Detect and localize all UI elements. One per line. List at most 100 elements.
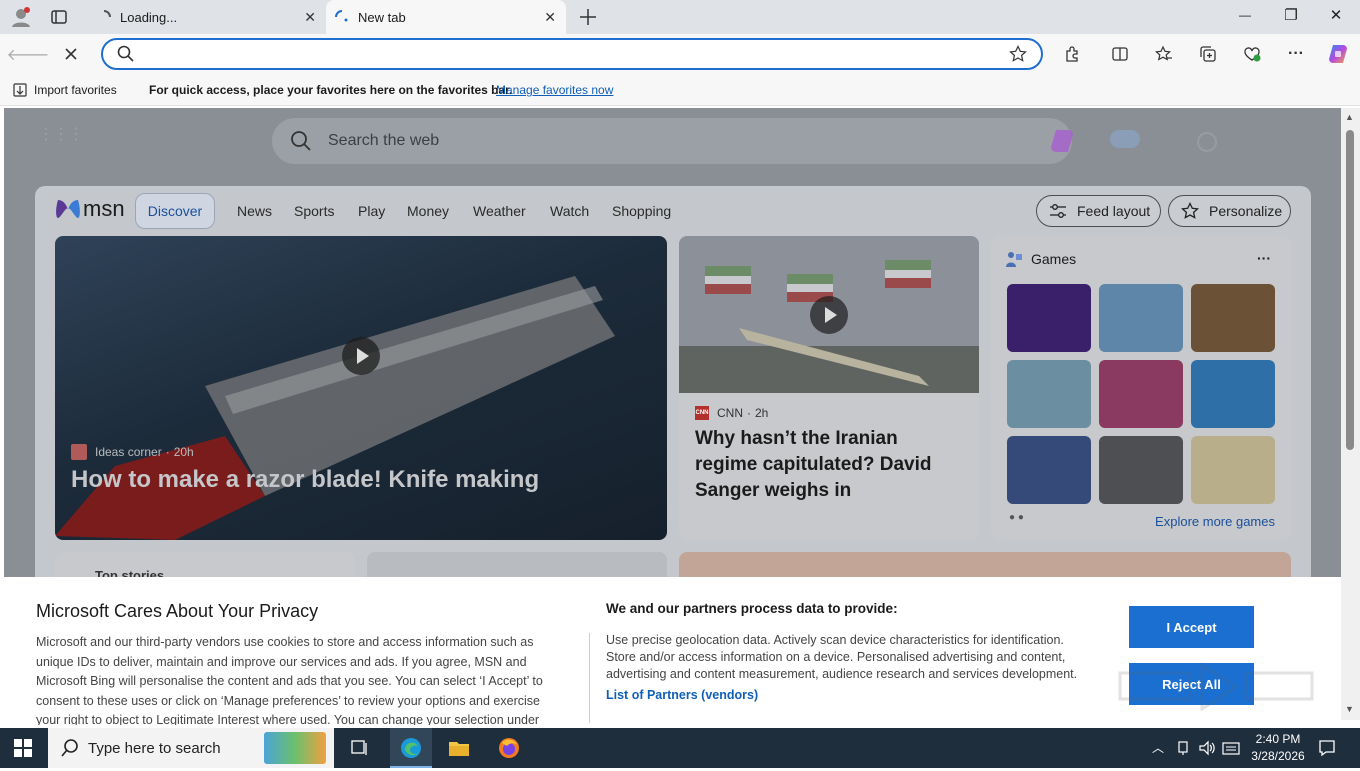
clock[interactable]: 2:40 PM 3/28/2026 — [1248, 731, 1308, 765]
settings-icon[interactable] — [1197, 132, 1217, 152]
divider — [589, 633, 590, 723]
process-title: We and our partners process data to prov… — [606, 601, 898, 616]
minimize-button[interactable]: — — [1233, 8, 1257, 30]
import-favorites-button[interactable]: Import favorites — [34, 83, 117, 97]
copilot-icon[interactable] — [1048, 127, 1076, 155]
game-tile[interactable] — [1099, 284, 1183, 352]
import-favorites-icon — [13, 83, 27, 97]
nav-shopping[interactable]: Shopping — [612, 203, 671, 219]
sliders-icon — [1050, 204, 1066, 218]
browser-essentials-icon[interactable] — [1240, 42, 1264, 66]
story-title[interactable]: How to make a razor blade! Knife making — [71, 466, 651, 494]
clock-time: 2:40 PM — [1255, 732, 1301, 746]
hero-story-card[interactable]: Ideas corner · 20h How to make a razor b… — [55, 236, 667, 540]
msn-butterfly-icon — [56, 200, 80, 218]
page-scrollbar[interactable]: ▲ ▼ — [1341, 108, 1360, 720]
loading-spinner-icon — [103, 10, 111, 18]
taskbar-search-box[interactable]: Type here to search — [48, 728, 334, 768]
search-highlight-image — [264, 732, 326, 764]
game-tile[interactable] — [1007, 436, 1091, 504]
nav-weather[interactable]: Weather — [473, 203, 526, 219]
task-view-icon[interactable] — [350, 739, 370, 760]
source-logo — [71, 444, 87, 460]
privacy-title: Microsoft Cares About Your Privacy — [36, 601, 319, 621]
stop-loading-icon[interactable] — [59, 42, 83, 66]
profile-icon[interactable] — [10, 6, 32, 28]
cnn-logo: CNN — [695, 406, 709, 420]
tab-close-icon[interactable]: ✕ — [304, 9, 316, 26]
nav-watch[interactable]: Watch — [550, 203, 589, 219]
weather-icon[interactable] — [1110, 130, 1140, 148]
edge-taskbar-icon[interactable] — [390, 728, 432, 768]
scroll-up-icon[interactable]: ▲ — [1345, 112, 1354, 122]
start-icon[interactable] — [14, 739, 32, 760]
play-icon[interactable] — [342, 337, 380, 375]
new-tab-icon[interactable] — [578, 7, 598, 27]
apps-grid-icon[interactable]: ⋮⋮⋮ — [38, 127, 84, 150]
copilot-icon[interactable] — [1326, 42, 1350, 66]
close-window-button[interactable]: ✕ — [1324, 6, 1348, 28]
play-icon[interactable] — [810, 296, 848, 334]
notifications-icon[interactable] — [1318, 739, 1336, 760]
game-tile[interactable] — [1007, 360, 1091, 428]
partners-link[interactable]: List of Partners (vendors) — [606, 688, 758, 702]
game-tile[interactable] — [1007, 284, 1091, 352]
process-description: Use precise geolocation data. Actively s… — [606, 633, 1078, 681]
nav-news[interactable]: News — [237, 203, 272, 219]
address-bar[interactable] — [101, 38, 1043, 70]
toolbar: 🡐 ··· — [0, 34, 1360, 74]
story-title[interactable]: Why hasn’t the Iranian regime capitulate… — [695, 426, 965, 504]
favorites-hint: For quick access, place your favorites h… — [149, 83, 513, 97]
feed-layout-button[interactable]: Feed layout — [1036, 195, 1161, 227]
games-more-button[interactable]: ··· — [1257, 250, 1271, 266]
show-hidden-icons[interactable]: ︿ — [1152, 739, 1164, 756]
address-input[interactable] — [143, 44, 1003, 64]
collections-icon[interactable] — [1196, 42, 1220, 66]
games-title: Games — [1031, 251, 1077, 267]
accept-button[interactable]: I Accept — [1129, 606, 1254, 648]
favorites-icon[interactable] — [1152, 42, 1176, 66]
game-tile[interactable] — [1191, 360, 1275, 428]
game-tile[interactable] — [1099, 436, 1183, 504]
scrollbar-thumb[interactable] — [1346, 130, 1354, 450]
game-tile[interactable] — [1191, 284, 1275, 352]
search-icon — [291, 131, 311, 151]
game-tile[interactable] — [1099, 360, 1183, 428]
privacy-banner: Microsoft Cares About Your Privacy Micro… — [4, 577, 1341, 725]
nav-play[interactable]: Play — [358, 203, 385, 219]
tab-title: New tab — [358, 9, 406, 25]
games-card: Games ··· ● ● Explore more games — [991, 236, 1291, 540]
volume-icon[interactable] — [1198, 740, 1216, 759]
maximize-button[interactable]: ❐ — [1279, 6, 1303, 28]
firefox-icon[interactable] — [498, 737, 520, 762]
personalize-icon — [1181, 202, 1199, 219]
favorites-bar: Import favorites For quick access, place… — [0, 74, 1360, 106]
extensions-icon[interactable] — [1060, 42, 1084, 66]
story-source: Ideas corner — [95, 445, 162, 459]
explore-more-games-link[interactable]: Explore more games — [1155, 514, 1275, 529]
nav-discover[interactable]: Discover — [135, 193, 215, 229]
back-icon[interactable]: 🡐 — [7, 42, 50, 66]
web-search-box[interactable]: Search the web — [272, 118, 1073, 164]
tab-loading[interactable]: Loading... ✕ — [88, 0, 326, 34]
game-tile[interactable] — [1191, 436, 1275, 504]
clock-date: 3/28/2026 — [1251, 749, 1305, 763]
hero-image — [55, 276, 615, 540]
file-explorer-icon[interactable] — [448, 738, 470, 761]
input-indicator-icon[interactable] — [1222, 740, 1240, 759]
story-source: CNN — [717, 406, 743, 420]
tab-actions-icon[interactable] — [50, 8, 68, 26]
tab-new-tab[interactable]: New tab ✕ — [326, 0, 566, 34]
split-screen-icon[interactable] — [1108, 42, 1132, 66]
tab-close-icon[interactable]: ✕ — [544, 9, 556, 26]
favorite-star-icon[interactable] — [1009, 45, 1027, 63]
manage-favorites-link[interactable]: Manage favorites now — [496, 83, 613, 97]
nav-sports[interactable]: Sports — [294, 203, 334, 219]
scroll-down-icon[interactable]: ▼ — [1345, 704, 1354, 714]
network-icon[interactable] — [1176, 740, 1190, 759]
personalize-button[interactable]: Personalize — [1168, 195, 1291, 227]
story-card[interactable]: CNN CNN · 2h Why hasn’t the Iranian regi… — [679, 236, 979, 540]
nav-money[interactable]: Money — [407, 203, 449, 219]
msn-logo[interactable]: msn — [55, 196, 125, 222]
more-menu-icon[interactable]: ··· — [1284, 42, 1308, 66]
